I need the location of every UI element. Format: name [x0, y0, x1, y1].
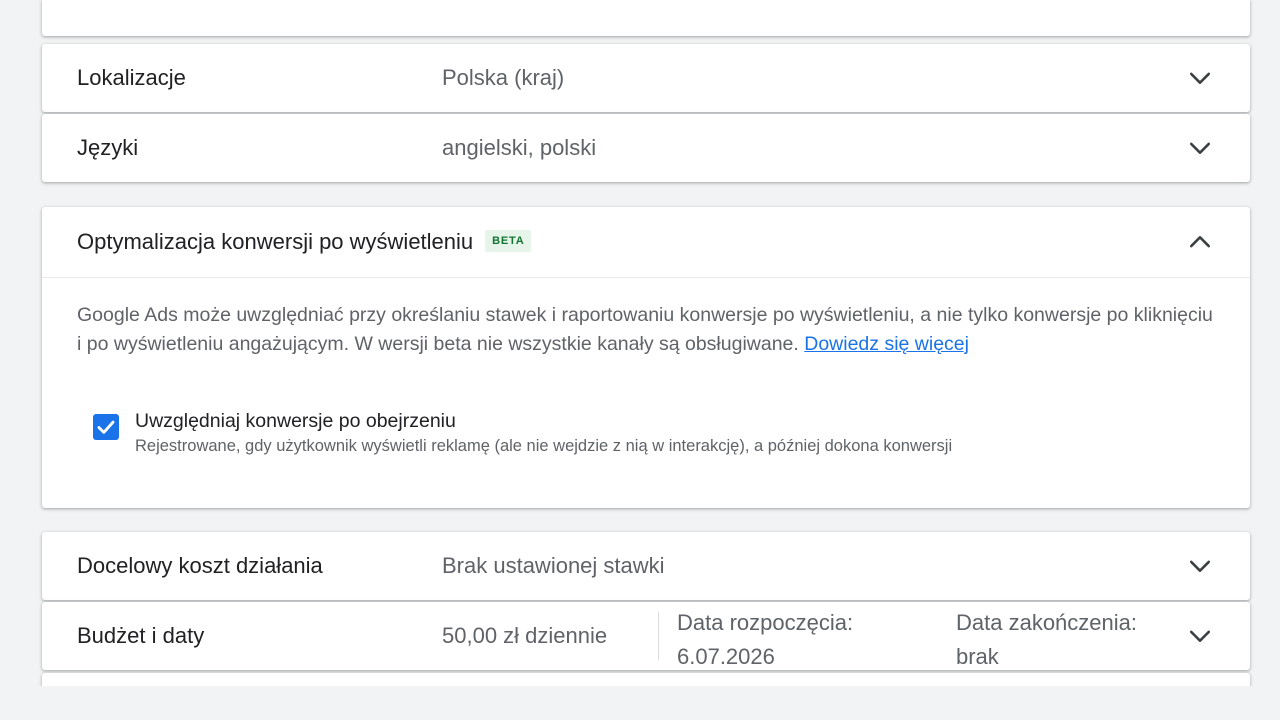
end-date: Data zakończenia: brak [956, 606, 1137, 674]
page-bottom-background [0, 686, 1280, 720]
target-cpa-value: Brak ustawionej stawki [442, 553, 665, 578]
previous-setting-card [42, 0, 1250, 36]
target-cpa-label: Docelowy koszt działania [77, 553, 323, 578]
languages-label: Języki [77, 135, 139, 160]
start-date-value: 6.07.2026 [677, 644, 775, 669]
budget-label: Budżet i daty [77, 623, 205, 648]
end-date-value: brak [956, 644, 999, 669]
budget-dates-setting[interactable]: Budżet i daty 50,00 zł dziennie Data roz… [42, 602, 1250, 670]
panel-header[interactable]: Optymalizacja konwersji po wyświetleniu B… [42, 207, 1250, 278]
beta-badge: BETA [485, 230, 532, 253]
include-view-through-checkbox[interactable] [93, 414, 119, 440]
budget-value: 50,00 zł dziennie [442, 623, 608, 648]
chevron-down-icon[interactable] [1186, 134, 1214, 162]
checkbox-sublabel: Rejestrowane, gdy użytkownik wyświetli r… [135, 437, 953, 455]
locations-value: Polska (kraj) [442, 65, 565, 90]
check-icon [97, 420, 115, 434]
campaign-settings-page: Lokalizacje Polska (kraj) Języki angiels… [0, 0, 1280, 720]
start-date: Data rozpoczęcia: 6.07.2026 [677, 606, 853, 674]
languages-setting[interactable]: Języki angielski, polski [42, 114, 1250, 182]
start-date-label: Data rozpoczęcia: [677, 610, 854, 635]
chevron-down-icon[interactable] [1186, 622, 1214, 650]
end-date-label: Data zakończenia: [956, 610, 1137, 635]
locations-label: Lokalizacje [77, 65, 186, 90]
learn-more-link[interactable]: Dowiedz się więcej [804, 333, 969, 355]
panel-title-text: Optymalizacja konwersji po wyświetleniu [77, 229, 474, 254]
languages-value: angielski, polski [442, 135, 597, 160]
view-through-conversion-panel: Optymalizacja konwersji po wyświetleniu B… [42, 207, 1250, 508]
panel-description: Google Ads może uwzględniać przy określa… [77, 301, 1217, 359]
chevron-down-icon[interactable] [1186, 552, 1214, 580]
panel-description-text: Google Ads może uwzględniać przy określa… [77, 304, 1213, 355]
target-cpa-setting[interactable]: Docelowy koszt działania Brak ustawionej… [42, 532, 1250, 600]
checkbox-label[interactable]: Uwzględniaj konwersje po obejrzeniu [135, 409, 456, 433]
vertical-divider [658, 612, 659, 660]
locations-setting[interactable]: Lokalizacje Polska (kraj) [42, 44, 1250, 112]
panel-title: Optymalizacja konwersji po wyświetleniu B… [77, 207, 532, 277]
chevron-up-icon[interactable] [1186, 228, 1214, 256]
chevron-down-icon[interactable] [1186, 64, 1214, 92]
